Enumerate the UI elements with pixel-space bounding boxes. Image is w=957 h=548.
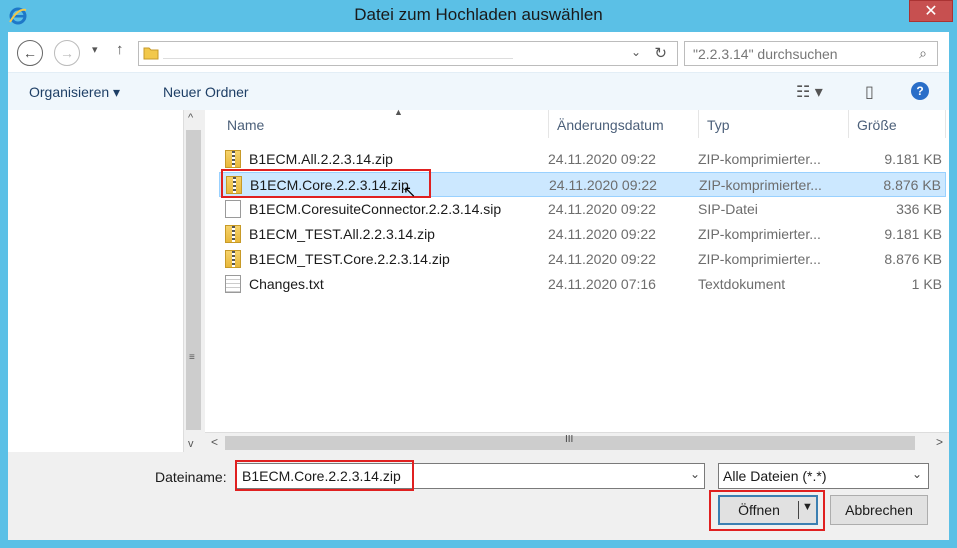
column-header-type[interactable]: Typ — [699, 110, 849, 138]
zip-folder-icon — [225, 225, 241, 243]
zip-folder-icon — [225, 250, 241, 268]
highlight-box — [221, 169, 431, 198]
view-options-icon[interactable]: ☷ ▾ — [796, 82, 823, 102]
filename-label: Dateiname: — [155, 469, 227, 485]
chevron-down-icon[interactable]: ⌄ — [690, 467, 700, 481]
navigation-pane[interactable] — [8, 110, 185, 452]
highlight-box — [709, 490, 825, 531]
forward-button[interactable]: → — [54, 40, 80, 66]
dialog-client: ← → ▾ ↑ ⌄ ↻ "2.2.3.14" durchsuchen ⌕ Org… — [8, 32, 949, 540]
zip-folder-icon — [225, 150, 241, 168]
file-list[interactable]: Name ▲ Änderungsdatum Typ Größe B1ECM.Al… — [205, 107, 949, 452]
column-header-name[interactable]: Name ▲ — [219, 107, 549, 138]
file-date: 24.11.2020 09:22 — [548, 226, 656, 242]
file-size: 1 KB — [911, 276, 942, 292]
text-document-icon — [225, 275, 241, 293]
file-type-filter[interactable]: Alle Dateien (*.*) ⌄ — [718, 463, 929, 489]
column-header-date[interactable]: Änderungsdatum — [549, 110, 699, 138]
file-size: 9.181 KB — [884, 226, 942, 242]
file-open-dialog: Datei zum Hochladen auswählen ✕ ← → ▾ ↑ … — [0, 0, 957, 548]
address-bar[interactable]: ⌄ ↻ — [138, 41, 678, 66]
file-row[interactable]: B1ECM_TEST.Core.2.2.3.14.zip 24.11.2020 … — [219, 247, 946, 272]
file-size: 336 KB — [896, 201, 942, 217]
file-size: 9.181 KB — [884, 151, 942, 167]
column-name-label: Name — [227, 117, 265, 133]
navigation-bar: ← → ▾ ↑ ⌄ ↻ "2.2.3.14" durchsuchen ⌕ — [8, 32, 949, 72]
file-date: 24.11.2020 07:16 — [548, 276, 656, 292]
window-title: Datei zum Hochladen auswählen — [354, 5, 603, 24]
search-input[interactable]: "2.2.3.14" durchsuchen ⌕ — [684, 41, 938, 66]
scroll-down-icon[interactable]: v — [188, 438, 194, 450]
file-size: 8.876 KB — [883, 177, 941, 193]
file-name: B1ECM_TEST.All.2.2.3.14.zip — [249, 226, 435, 242]
file-name: B1ECM.CoresuiteConnector.2.2.3.14.sip — [249, 201, 502, 217]
mouse-cursor-icon: ↖ — [403, 184, 417, 201]
file-date: 24.11.2020 09:22 — [549, 177, 657, 193]
scrollbar-grip-icon: ≡ — [189, 352, 195, 363]
navigation-pane-scrollbar[interactable]: ^ ≡ v — [183, 110, 203, 452]
sort-ascending-icon: ▲ — [394, 107, 403, 117]
search-icon[interactable]: ⌕ — [919, 45, 927, 62]
organize-menu[interactable]: Organisieren ▾ — [29, 84, 120, 101]
scroll-right-icon[interactable]: > — [936, 435, 943, 449]
help-icon[interactable]: ? — [911, 82, 929, 100]
scrollbar-thumb[interactable] — [186, 130, 201, 430]
file-name: B1ECM_TEST.Core.2.2.3.14.zip — [249, 251, 450, 267]
folder-icon — [143, 47, 159, 60]
file-list-horizontal-scrollbar[interactable]: < III > — [205, 432, 949, 452]
file-date: 24.11.2020 09:22 — [548, 251, 656, 267]
command-bar: Organisieren ▾ Neuer Ordner ☷ ▾ ▯ ? — [8, 72, 949, 110]
back-button[interactable]: ← — [17, 40, 43, 66]
file-type: ZIP-komprimierter... — [698, 151, 821, 167]
file-date: 24.11.2020 09:22 — [548, 151, 656, 167]
file-date: 24.11.2020 09:22 — [548, 201, 656, 217]
address-dropdown-icon[interactable]: ⌄ — [631, 45, 641, 59]
recent-locations-icon[interactable]: ▾ — [92, 43, 98, 56]
address-path — [163, 47, 513, 59]
up-button[interactable]: ↑ — [116, 41, 124, 58]
document-icon — [225, 200, 241, 218]
new-folder-button[interactable]: Neuer Ordner — [163, 84, 249, 100]
file-row[interactable]: B1ECM.CoresuiteConnector.2.2.3.14.sip 24… — [219, 197, 946, 222]
scroll-left-icon[interactable]: < — [211, 435, 218, 449]
file-type: ZIP-komprimierter... — [698, 251, 821, 267]
scrollbar-grip-icon: III — [565, 434, 574, 445]
file-type: ZIP-komprimierter... — [699, 177, 822, 193]
filter-value: Alle Dateien (*.*) — [723, 468, 827, 484]
column-header-size[interactable]: Größe — [849, 110, 946, 138]
file-type: ZIP-komprimierter... — [698, 226, 821, 242]
refresh-icon[interactable]: ↻ — [654, 44, 667, 62]
scroll-up-icon[interactable]: ^ — [188, 112, 193, 124]
file-type: Textdokument — [698, 276, 786, 292]
file-name: B1ECM.All.2.2.3.14.zip — [249, 151, 393, 167]
highlight-box — [235, 460, 414, 491]
title-bar: Datei zum Hochladen auswählen ✕ — [0, 0, 957, 32]
file-name: Changes.txt — [249, 276, 324, 292]
file-size: 8.876 KB — [884, 251, 942, 267]
chevron-down-icon[interactable]: ⌄ — [912, 467, 922, 481]
file-row[interactable]: Changes.txt 24.11.2020 07:16 Textdokumen… — [219, 272, 946, 297]
close-button[interactable]: ✕ — [909, 0, 953, 22]
file-row[interactable]: B1ECM_TEST.All.2.2.3.14.zip 24.11.2020 0… — [219, 222, 946, 247]
cancel-button[interactable]: Abbrechen — [830, 495, 928, 525]
search-placeholder: "2.2.3.14" durchsuchen — [693, 46, 838, 62]
preview-pane-icon[interactable]: ▯ — [865, 82, 874, 102]
file-type: SIP-Datei — [698, 201, 758, 217]
